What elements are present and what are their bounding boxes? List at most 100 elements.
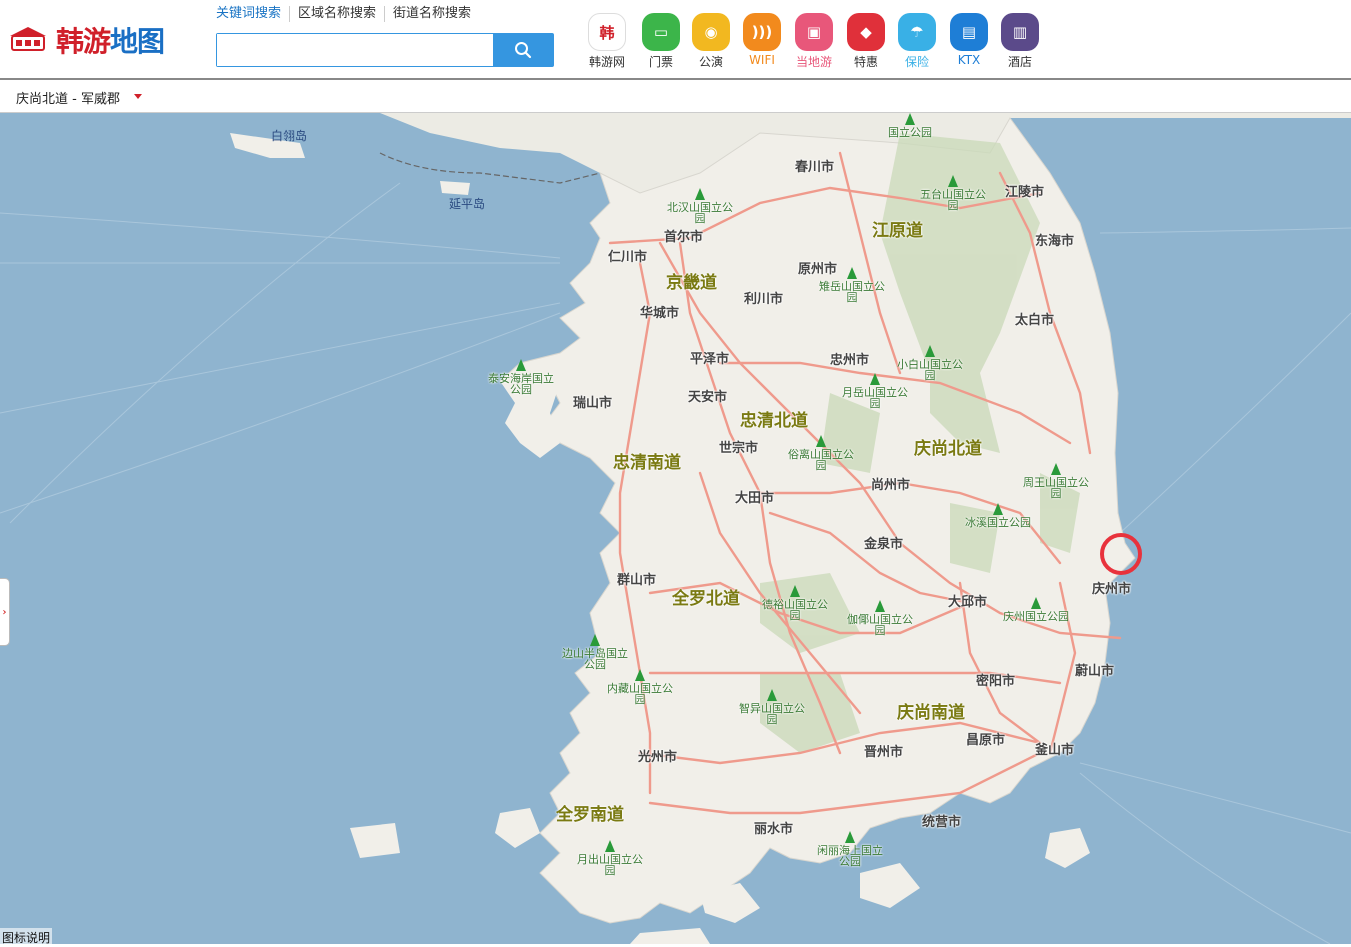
park-label: 国立公园 [888,126,932,139]
city-label: 世宗市 [719,441,759,456]
park-label-group: 边山半岛国立公园 [560,634,630,670]
park-label: 伽倻山国立公园 [847,613,913,637]
nav-item-hanyou-logo[interactable]: 韩韩游网 [584,13,630,70]
island-label: 延平岛 [449,197,486,211]
city-label: 统营市 [922,815,962,830]
nav-item-mask[interactable]: ◉ 公演 [688,13,734,70]
province-label: 江原道 [872,221,923,241]
nav-item-hotel[interactable]: ▥ 酒店 [997,13,1043,70]
map-canvas[interactable]: 江原道 京畿道 忠清北道 庆尚北道 忠清南道 全罗北道 庆尚南道 全罗南道 春川市 江陵市 首尔市 东… [0,113,1351,944]
province-label: 庆尚南道 [897,703,965,723]
umbrella-icon: ☂ [898,13,936,51]
logo-title: 韩游地图 [56,20,165,60]
park-label-group: 闲丽海上国立公园 [815,831,885,867]
search-input[interactable] [217,34,493,66]
park-label-group: 德裕山国立公园 [760,585,830,621]
park-tree-icon [870,373,880,385]
nav-item-label: KTX [957,53,981,67]
side-panel-toggle[interactable]: › [0,578,10,646]
tab-region-search[interactable]: 区域名称搜索 [298,6,386,22]
nav-item-umbrella[interactable]: ☂ 保险 [894,13,940,70]
park-label: 内藏山国立公园 [607,682,673,706]
city-label: 江陵市 [1005,185,1045,200]
search-tabs: 关键词搜索 区域名称搜索 街道名称搜索 [216,6,487,22]
search-icon [515,42,532,59]
city-label: 首尔市 [664,230,704,245]
park-label-group: 泰安海岸国立公园 [486,359,556,395]
tab-keyword-search[interactable]: 关键词搜索 [216,6,291,22]
tab-street-search[interactable]: 街道名称搜索 [393,6,479,22]
park-tree-icon [790,585,800,597]
park-label: 月出山国立公园 [577,853,643,877]
province-label: 京畿道 [666,273,717,293]
park-tree-icon [605,840,615,852]
park-label: 庆州国立公园 [1003,610,1069,623]
park-label: 北汉山国立公园 [667,201,733,225]
city-label: 昌原市 [966,733,1006,748]
site-logo[interactable]: 韩游地图 [6,20,181,60]
header: 韩游地图 关键词搜索 区域名称搜索 街道名称搜索 韩韩游网 ▭ 门票 ◉ 公演))) WIFI… [0,0,1351,80]
park-label-group: 雉岳山国立公园 [817,267,887,303]
park-label: 俗离山国立公园 [788,448,854,472]
nav-item-wifi[interactable]: ))) WIFI [739,13,785,67]
caret-down-icon[interactable] [134,94,142,99]
logo-title-part-a: 韩游 [56,25,111,58]
city-label: 密阳市 [976,674,1016,689]
nav-item-label: 特惠 [853,55,878,69]
hanyou-badge-icon [10,27,46,51]
park-label: 智异山国立公园 [739,702,805,726]
park-tree-icon [875,600,885,612]
city-label: 忠州市 [830,353,870,368]
search-button[interactable] [493,34,553,66]
nav-item-tag[interactable]: ◆ 特惠 [843,13,889,70]
nav-item-ticket[interactable]: ▭ 门票 [638,13,684,70]
park-label: 月岳山国立公园 [842,386,908,410]
city-label: 丽水市 [754,822,794,837]
hanyou-logo-icon: 韩 [588,13,626,51]
park-label-group: 北汉山国立公园 [665,188,735,224]
park-tree-icon [695,188,705,200]
city-label: 光州市 [638,750,678,765]
logo-title-part-b: 地图 [110,25,165,58]
park-tree-icon [635,669,645,681]
city-label: 大邱市 [948,595,988,610]
province-label: 忠清南道 [613,453,681,473]
park-tree-icon [845,831,855,843]
park-label-group: 冰溪国立公园 [963,503,1033,528]
nav-item-train[interactable]: ▤ KTX [946,13,992,67]
park-label: 五台山国立公园 [920,188,986,212]
wifi-icon: ))) [743,13,781,51]
nav-item-label: 公演 [698,55,723,69]
map-legend-link[interactable]: 图标说明 [0,928,53,947]
park-tree-icon [767,689,777,701]
ticket-icon: ▭ [642,13,680,51]
park-tree-icon [590,634,600,646]
city-label: 金泉市 [864,537,904,552]
park-label-group: 国立公园 [875,113,945,138]
city-label: 庆州市 [1092,582,1132,597]
park-label: 泰安海岸国立公园 [488,372,554,396]
park-label: 德裕山国立公园 [762,598,828,622]
park-label-group: 庆州国立公园 [1001,597,1071,622]
park-label-group: 伽倻山国立公园 [845,600,915,636]
train-icon: ▤ [950,13,988,51]
region-selector[interactable]: 庆尚北道 - 军威郡 [16,88,120,107]
city-label: 天安市 [688,390,728,405]
park-label-group: 俗离山国立公园 [786,435,856,471]
nav-item-car[interactable]: ▣ 当地游 [791,13,837,70]
city-label: 仁川市 [608,250,648,265]
car-icon: ▣ [795,13,833,51]
park-label-group: 月岳山国立公园 [840,373,910,409]
province-label: 全罗南道 [556,805,624,825]
park-label-group: 智异山国立公园 [737,689,807,725]
hotel-icon: ▥ [1001,13,1039,51]
park-label: 闲丽海上国立公园 [817,844,883,868]
province-label: 庆尚北道 [914,439,982,459]
city-label: 春川市 [795,160,835,175]
park-label: 周王山国立公园 [1023,476,1089,500]
city-label: 尚州市 [871,478,911,493]
city-label: 利川市 [744,292,784,307]
nav-item-label: WIFI [749,53,775,67]
park-label: 边山半岛国立公园 [562,647,628,671]
city-label: 晋州市 [864,745,904,760]
